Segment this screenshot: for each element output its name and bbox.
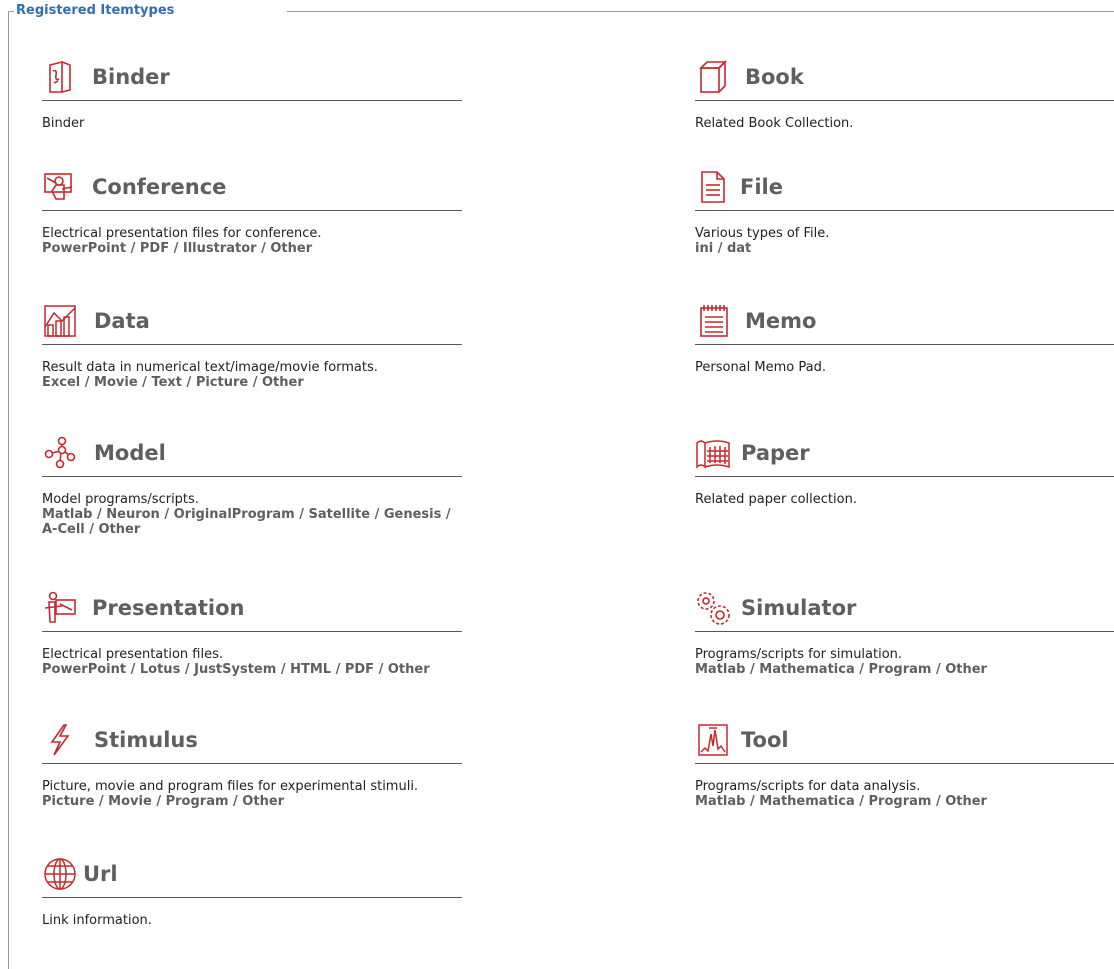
divider [42,631,462,632]
itemtype-description: Related paper collection. [695,492,857,507]
itemtype-binder: Binder Binder [42,53,462,131]
itemtype-formats: PowerPoint / PDF / Illustrator / Other [42,241,313,256]
divider [695,763,1114,764]
simulator-icon[interactable] [695,590,731,626]
itemtype-description: Result data in numerical text/image/movi… [42,360,378,375]
file-icon[interactable] [695,169,731,205]
divider [695,210,1114,211]
itemtype-formats: Excel / Movie / Text / Picture / Other [42,375,304,390]
paper-icon[interactable] [695,435,731,471]
itemtype-file: File Various types of File. ini / dat [695,163,1114,256]
data-icon[interactable] [42,303,78,339]
itemtype-description: Binder [42,116,85,131]
itemtype-title[interactable]: Paper [741,441,810,465]
itemtype-formats: ini / dat [695,241,752,256]
stimulus-icon[interactable] [42,722,78,758]
model-icon[interactable] [42,435,78,471]
itemtype-description: Picture, movie and program files for exp… [42,779,419,794]
binder-icon[interactable] [42,59,78,95]
itemtype-title[interactable]: Simulator [741,596,856,620]
itemtype-formats: Matlab / Mathematica / Program / Other [695,662,987,677]
fieldset-legend: Registered Itemtypes [16,3,175,18]
fieldset-border-left [8,11,9,969]
itemtype-memo: Memo Personal Memo Pad. [695,297,1114,375]
itemtype-formats: Matlab / Mathematica / Program / Other [695,794,987,809]
itemtype-title[interactable]: Presentation [92,596,245,620]
presentation-icon[interactable] [42,590,78,626]
itemtype-conference: Conference Electrical presentation files… [42,163,462,256]
itemtype-title[interactable]: Book [745,65,804,89]
itemtype-paper: Paper Related paper collection. [695,429,1114,507]
divider [42,897,462,898]
itemtype-description: Personal Memo Pad. [695,360,826,375]
itemtype-presentation: Presentation Electrical presentation fil… [42,584,462,677]
itemtype-description: Electrical presentation files. [42,647,224,662]
itemtype-title[interactable]: Data [94,309,150,333]
itemtype-simulator: Simulator Programs/scripts for simulatio… [695,584,1114,677]
memo-icon[interactable] [695,303,731,339]
globe-icon[interactable] [42,856,78,892]
itemtype-title[interactable]: Model [94,441,166,465]
itemtype-title[interactable]: Stimulus [94,728,198,752]
itemtype-description: Model programs/scripts. [42,492,199,507]
itemtype-description: Programs/scripts for data analysis. [695,779,921,794]
book-icon[interactable] [695,59,731,95]
itemtype-title[interactable]: Url [83,862,118,886]
itemtype-description: Related Book Collection. [695,116,854,131]
itemtype-title[interactable]: Memo [745,309,816,333]
itemtype-description: Link information. [42,913,152,928]
itemtype-title[interactable]: Tool [741,728,789,752]
divider [42,763,462,764]
itemtype-formats: Matlab / Neuron / OriginalProgram / Sate… [42,507,451,522]
fieldset-border-top-right [287,11,1114,12]
itemtype-description: Various types of File. [695,226,830,241]
divider [42,344,462,345]
itemtype-title[interactable]: Conference [92,175,226,199]
itemtype-description: Programs/scripts for simulation. [695,647,903,662]
divider [42,476,462,477]
itemtype-data: Data Result data in numerical text/image… [42,297,462,390]
itemtype-formats: Picture / Movie / Program / Other [42,794,285,809]
divider [42,210,462,211]
itemtype-description: Electrical presentation files for confer… [42,226,322,241]
divider [695,100,1114,101]
itemtype-formats: PowerPoint / Lotus / JustSystem / HTML /… [42,662,430,677]
itemtype-title[interactable]: File [740,175,783,199]
itemtype-formats-continued: A-Cell / Other [42,522,141,537]
divider [42,100,462,101]
itemtype-model: Model Model programs/scripts. Matlab / N… [42,429,462,537]
divider [695,631,1114,632]
itemtype-book: Book Related Book Collection. [695,53,1114,131]
divider [695,344,1114,345]
itemtype-url: Url Link information. [42,850,462,928]
tool-icon[interactable] [695,722,731,758]
itemtype-tool: Tool Programs/scripts for data analysis.… [695,716,1114,809]
itemtype-title[interactable]: Binder [92,65,170,89]
itemtype-stimulus: Stimulus Picture, movie and program file… [42,716,462,809]
divider [695,476,1114,477]
conference-icon[interactable] [42,169,78,205]
